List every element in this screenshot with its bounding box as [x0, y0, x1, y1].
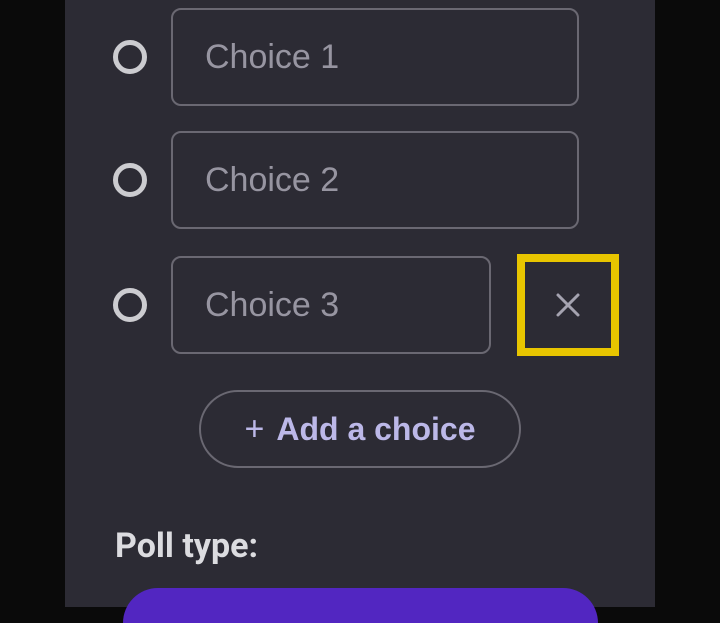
- radio-icon[interactable]: [113, 163, 147, 197]
- choice-row: [65, 8, 655, 106]
- add-choice-label: Add a choice: [276, 411, 475, 448]
- choice-row: [65, 254, 655, 356]
- add-choice-button[interactable]: + Add a choice: [199, 390, 521, 468]
- close-icon: [555, 292, 581, 318]
- poll-type-button[interactable]: [123, 588, 598, 623]
- choice-input-2[interactable]: [171, 131, 579, 229]
- poll-editor-panel: + Add a choice Poll type:: [65, 0, 655, 607]
- choice-input-1[interactable]: [171, 8, 579, 106]
- radio-icon[interactable]: [113, 288, 147, 322]
- choice-input-3[interactable]: [171, 256, 491, 354]
- delete-choice-button[interactable]: [517, 254, 619, 356]
- choice-row: [65, 131, 655, 229]
- radio-icon[interactable]: [113, 40, 147, 74]
- plus-icon: +: [244, 410, 264, 449]
- poll-type-label: Poll type:: [115, 526, 655, 566]
